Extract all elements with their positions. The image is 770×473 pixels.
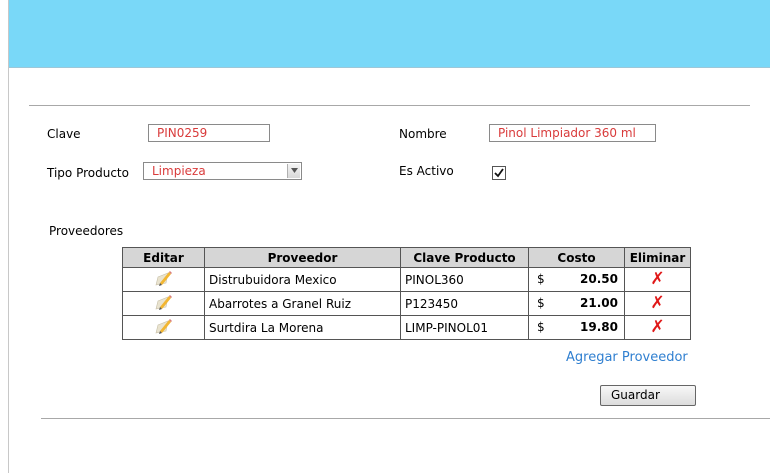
top-divider: [29, 105, 750, 106]
edit-pencil-icon[interactable]: [154, 269, 174, 287]
col-header-proveedor: Proveedor: [204, 247, 401, 268]
clave-producto-cell: LIMP-PINOL01: [400, 315, 529, 340]
clave-producto-cell: PINOL360: [400, 267, 529, 292]
delete-cell[interactable]: ✗: [624, 267, 691, 292]
checkmark-icon: [494, 168, 504, 178]
costo-cell: $ 19.80: [528, 315, 625, 340]
costo-amount: 20.50: [580, 272, 618, 286]
tipo-producto-select[interactable]: Limpieza: [143, 162, 302, 180]
delete-x-icon[interactable]: ✗: [650, 293, 664, 313]
delete-x-icon[interactable]: ✗: [650, 269, 664, 289]
currency-symbol: $: [537, 296, 545, 310]
tipo-producto-value: Limpieza: [152, 164, 206, 178]
col-header-editar: Editar: [122, 247, 205, 268]
delete-cell[interactable]: ✗: [624, 291, 691, 316]
es-activo-label: Es Activo: [399, 164, 454, 178]
proveedor-cell: Surtdira La Morena: [204, 315, 401, 340]
col-header-costo: Costo: [528, 247, 625, 268]
clave-label: Clave: [47, 127, 81, 141]
nombre-field[interactable]: Pinol Limpiador 360 ml: [489, 124, 656, 142]
currency-symbol: $: [537, 272, 545, 286]
costo-amount: 19.80: [580, 320, 618, 334]
nombre-label: Nombre: [399, 127, 447, 141]
costo-cell: $ 21.00: [528, 291, 625, 316]
edit-cell[interactable]: [122, 267, 205, 292]
edit-cell[interactable]: [122, 315, 205, 340]
proveedor-cell: Distrubuidora Mexico: [204, 267, 401, 292]
save-button[interactable]: Guardar: [600, 385, 696, 406]
header-bar: [9, 0, 770, 68]
costo-amount: 21.00: [580, 296, 618, 310]
delete-x-icon[interactable]: ✗: [650, 317, 664, 337]
clave-field[interactable]: PIN0259: [148, 124, 270, 142]
col-header-clave-producto: Clave Producto: [400, 247, 529, 268]
costo-cell: $ 20.50: [528, 267, 625, 292]
table-row: Distrubuidora Mexico PINOL360 $ 20.50 ✗: [122, 267, 691, 292]
clave-producto-cell: P123450: [400, 291, 529, 316]
edit-cell[interactable]: [122, 291, 205, 316]
table-row: Surtdira La Morena LIMP-PINOL01 $ 19.80 …: [122, 315, 691, 340]
proveedores-label: Proveedores: [49, 224, 124, 238]
delete-cell[interactable]: ✗: [624, 315, 691, 340]
proveedores-table: Editar Proveedor Clave Producto Costo El…: [122, 247, 691, 340]
proveedor-cell: Abarrotes a Granel Ruiz: [204, 291, 401, 316]
chevron-down-icon[interactable]: [287, 164, 300, 178]
table-row: Abarrotes a Granel Ruiz P123450 $ 21.00 …: [122, 291, 691, 316]
edit-pencil-icon[interactable]: [154, 293, 174, 311]
add-provider-link[interactable]: Agregar Proveedor: [566, 350, 688, 366]
col-header-eliminar: Eliminar: [624, 247, 691, 268]
table-header-row: Editar Proveedor Clave Producto Costo El…: [122, 247, 691, 268]
bottom-divider: [41, 418, 770, 419]
edit-pencil-icon[interactable]: [154, 317, 174, 335]
tipo-producto-label: Tipo Producto: [47, 166, 129, 180]
es-activo-checkbox[interactable]: [492, 166, 506, 180]
currency-symbol: $: [537, 320, 545, 334]
